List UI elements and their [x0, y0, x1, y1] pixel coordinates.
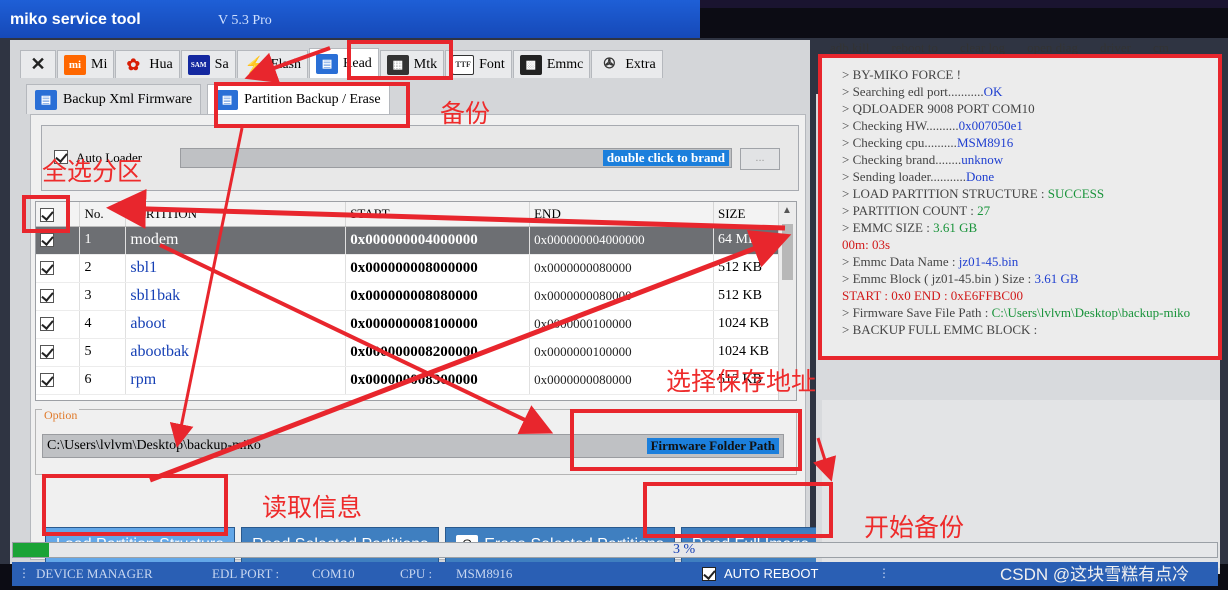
arrow-read-to-partition [244, 46, 331, 83]
arrow-to-read-full [813, 437, 837, 482]
annotation-arrows [106, 46, 837, 483]
arrow-to-select-all [106, 188, 786, 231]
arrow-to-path-field [169, 127, 244, 448]
arrow-load-to-log [149, 230, 792, 483]
